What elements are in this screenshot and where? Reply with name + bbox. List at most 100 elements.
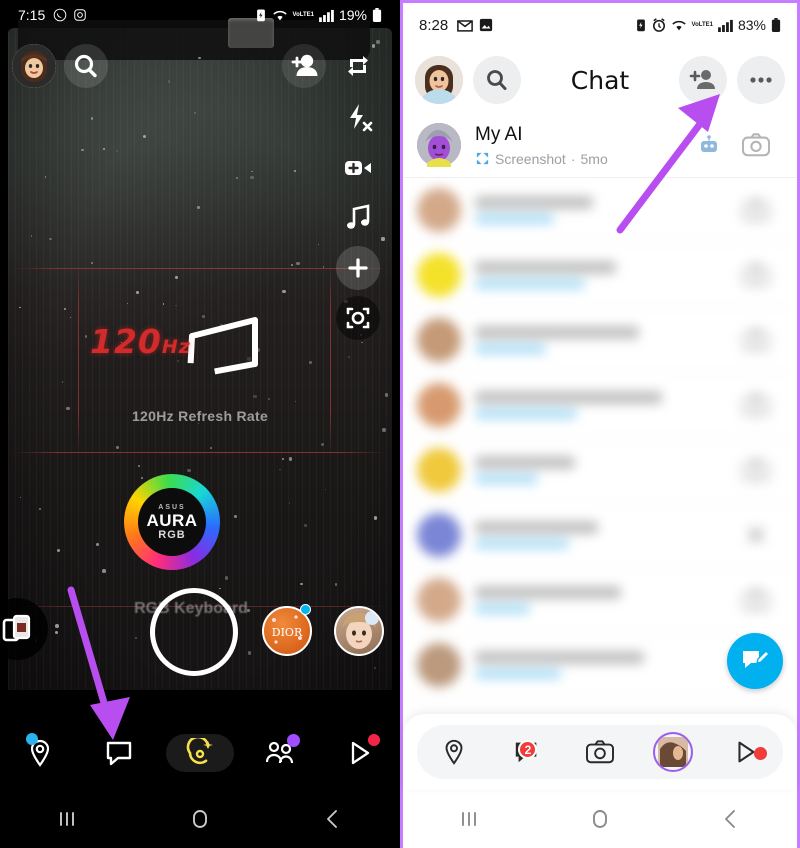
chat-row-status [475, 344, 546, 354]
lens-new-badge [300, 604, 311, 615]
left-music-button[interactable] [336, 196, 380, 240]
add-friend-icon [689, 70, 715, 89]
right-home-button[interactable] [565, 806, 635, 832]
right-chat-tab[interactable]: 2 [490, 738, 563, 766]
scan-icon [346, 307, 370, 329]
plus-icon [348, 258, 368, 278]
left-add-video-button[interactable] [336, 146, 380, 190]
svg-text:DIOR: DIOR [272, 626, 303, 639]
left-chat-tab[interactable] [26, 723, 160, 783]
more-options-icon [750, 77, 772, 83]
chat-row-text [461, 651, 729, 679]
chat-list-item[interactable] [403, 503, 797, 568]
chat-list-item[interactable]: My AI Screenshot · 5mo [403, 113, 797, 178]
chat-list-item[interactable] [403, 373, 797, 438]
refresh-rate-value: 120Hz [90, 322, 191, 361]
left-friends-tab[interactable] [240, 723, 320, 783]
decor-line-2 [14, 452, 386, 453]
lens-character[interactable] [334, 606, 384, 656]
battery-saver-icon [256, 9, 265, 22]
chat-avatar [417, 383, 461, 427]
right-more-options-button[interactable] [737, 56, 785, 104]
chat-row-camera-button[interactable] [729, 392, 783, 418]
right-add-friend-button[interactable] [679, 56, 727, 104]
camera-icon [586, 740, 614, 764]
chat-row-camera-button[interactable] [729, 132, 783, 158]
chat-row-status [475, 604, 530, 614]
chat-row-text [461, 391, 729, 419]
snap-camera-icon [186, 738, 213, 765]
flip-camera-icon [348, 56, 368, 76]
left-flash-button[interactable] [336, 96, 380, 140]
left-home-button[interactable] [165, 806, 235, 832]
right-system-nav [403, 790, 797, 848]
chat-list-item[interactable] [403, 243, 797, 308]
right-status-icons: VoLTE1 83% [635, 17, 781, 33]
chat-row-camera-button[interactable] [729, 197, 783, 223]
chat-list-item[interactable] [403, 308, 797, 373]
chat-row-camera-button[interactable] [729, 457, 783, 483]
left-back-button[interactable] [298, 806, 368, 832]
chat-row-name [475, 521, 598, 534]
right-phone: 8:28 VoLTE1 83% Chat My AI Screenshot · … [400, 0, 800, 848]
right-status-time: 8:28 [419, 16, 449, 34]
screenshot-stage: 7:15 VoLTE1 19% 120Hz 120Hz Refresh Rate… [0, 0, 800, 848]
new-chat-fab[interactable] [727, 633, 783, 689]
left-bitmoji-avatar[interactable] [12, 44, 56, 88]
left-camera-screen: 7:15 VoLTE1 19% 120Hz 120Hz Refresh Rate… [0, 0, 400, 790]
right-back-button[interactable] [696, 806, 766, 832]
left-recents-button[interactable] [32, 806, 102, 832]
chat-row-name [475, 391, 662, 404]
chat-row-camera-button[interactable] [729, 587, 783, 613]
chat-row-name [475, 196, 593, 209]
add-video-icon [345, 161, 371, 175]
right-recents-button[interactable] [434, 806, 504, 832]
left-map-tab[interactable] [0, 723, 80, 783]
chat-list-item[interactable] [403, 178, 797, 243]
aura-subtitle: RGB [158, 528, 186, 541]
chat-row-text [461, 261, 729, 289]
search-icon [487, 70, 507, 90]
left-status-bar: 7:15 VoLTE1 19% [0, 0, 400, 30]
battery-icon [372, 8, 382, 22]
left-flip-camera-button[interactable] [336, 44, 380, 88]
right-camera-tab[interactable] [563, 739, 636, 765]
screenshot-icon [476, 152, 489, 165]
chat-row-camera-button[interactable] [729, 262, 783, 288]
right-status-bar: 8:28 VoLTE1 83% [403, 3, 797, 47]
left-search-button[interactable] [64, 44, 108, 88]
right-stories-tab[interactable] [637, 732, 710, 772]
aura-brand: ASUS [158, 503, 186, 511]
chat-avatar [417, 318, 461, 362]
left-scan-button[interactable] [336, 296, 380, 340]
right-profile-avatar[interactable] [415, 56, 463, 104]
left-add-friend-button[interactable] [282, 44, 326, 88]
camera-icon [741, 328, 771, 352]
page-title: Chat [570, 65, 630, 95]
chat-list-item[interactable] [403, 568, 797, 633]
right-map-tab[interactable] [417, 738, 490, 766]
right-search-button[interactable] [473, 56, 521, 104]
chat-row-camera-button[interactable] [729, 327, 783, 353]
wifi-icon [272, 10, 287, 20]
chat-avatar [417, 578, 461, 622]
shutter-button[interactable] [150, 588, 238, 676]
chat-row-close-button[interactable] [729, 523, 783, 547]
left-add-button[interactable] [336, 246, 380, 290]
camera-icon [741, 458, 771, 482]
chat-icon [106, 741, 132, 766]
flash-off-icon [350, 104, 373, 132]
camera-icon [741, 198, 771, 222]
chat-row-text [461, 521, 729, 549]
left-camera-tab[interactable] [160, 723, 240, 783]
chat-row-text: My AI Screenshot · 5mo [461, 124, 689, 167]
right-spotlight-tab[interactable] [710, 738, 783, 766]
left-spotlight-tab[interactable] [320, 723, 400, 783]
right-bottom-nav: 2 [403, 714, 797, 790]
chat-row-status [475, 409, 577, 419]
chat-row-text [461, 326, 729, 354]
story-avatar [653, 732, 694, 772]
map-pin-icon [445, 739, 463, 765]
memories-button[interactable] [0, 598, 48, 660]
chat-list-item[interactable] [403, 438, 797, 503]
